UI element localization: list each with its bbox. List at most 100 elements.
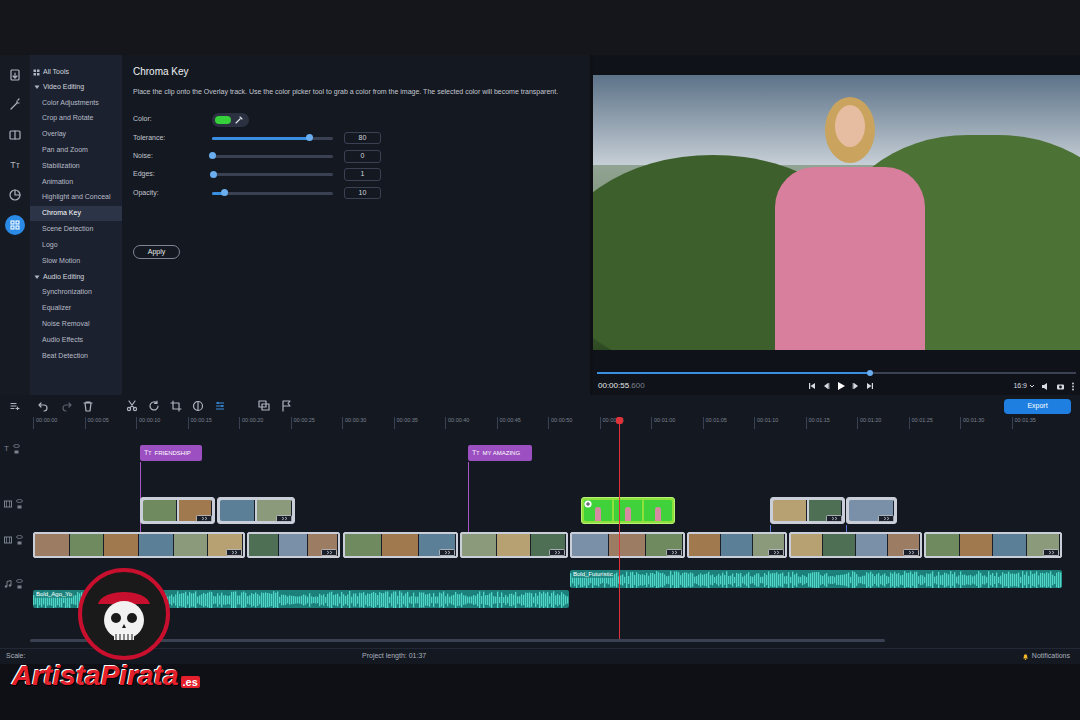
sidebar-item[interactable]: Highlight and Conceal [30,190,122,206]
progress-knob[interactable] [867,370,873,376]
export-button[interactable]: Export [1004,399,1071,414]
add-track-icon[interactable] [10,402,20,410]
volume-icon[interactable] [1041,382,1050,391]
plus-icon[interactable] [584,500,592,508]
video-clip[interactable] [924,532,1062,558]
transition-icon[interactable] [439,549,455,556]
apply-button[interactable]: Apply [133,245,180,259]
overlay-icon[interactable] [258,400,270,412]
text-clip[interactable]: TтMY AMAZING [468,445,532,461]
sidebar-item[interactable]: Stabilization [30,158,122,174]
more-icon[interactable] [1071,382,1075,391]
transition-icon[interactable] [768,549,784,556]
undo-icon[interactable] [38,400,50,412]
video-clip[interactable] [789,532,922,558]
slider-knob[interactable] [306,134,313,141]
aspect-dropdown[interactable]: 16:9 [1013,381,1035,392]
slider-knob[interactable] [209,152,216,159]
slider-track[interactable] [212,155,333,158]
marker-icon[interactable] [280,400,292,412]
playhead[interactable] [619,417,620,639]
text-clip[interactable]: TтFRIENDSHIP [140,445,202,461]
sidebar-item[interactable]: Overlay [30,127,122,143]
transition-icon[interactable] [826,515,842,522]
lock-icon[interactable] [13,450,20,454]
video-clip[interactable] [687,532,787,558]
overlay-clip[interactable] [846,497,897,524]
camera-icon[interactable] [1056,382,1065,391]
frame-back-icon[interactable] [822,382,830,390]
transition-icon[interactable] [226,549,242,556]
all-tools-header[interactable]: All Tools [30,65,122,79]
ruler[interactable]: 00:00:0000:00:0500:00:1000:00:1500:00:20… [33,417,1063,429]
lock-icon[interactable] [16,505,23,509]
video-clip[interactable] [33,532,245,558]
trash-icon[interactable] [82,400,94,412]
rail-button[interactable] [5,95,25,115]
video-clip[interactable] [247,532,340,558]
eyedropper-icon[interactable] [235,116,243,124]
rail-button[interactable]: Tт [5,155,25,175]
video-clip[interactable] [570,532,685,558]
slider-track[interactable] [212,173,333,176]
audio-clip[interactable]: Bold_Ago_Yo [33,590,569,608]
sidebar-item[interactable]: Synchronization [30,285,122,301]
sidebar-item[interactable]: Color Adjustments [30,95,122,111]
transition-icon[interactable] [196,515,212,522]
overlay-clip[interactable] [217,497,295,524]
sidebar-item[interactable]: Noise Removal [30,316,122,332]
audio-clip[interactable]: Bold_Futuristic [570,570,1062,588]
sidebar-item[interactable]: Logo [30,237,122,253]
lock-icon[interactable] [16,541,23,545]
sidebar-item[interactable]: Chroma Key [30,206,122,222]
transition-icon[interactable] [878,515,894,522]
color-icon[interactable] [192,400,204,412]
transition-icon[interactable] [903,549,919,556]
color-picker[interactable] [212,113,249,127]
overlay-clip[interactable] [770,497,845,524]
sidebar-item[interactable]: Audio Effects [30,332,122,348]
skip-forward-icon[interactable] [866,382,874,390]
video-clip[interactable] [460,532,568,558]
sidebar-item[interactable]: Crop and Rotate [30,111,122,127]
sidebar-item[interactable]: Beat Detection [30,348,122,364]
value-field[interactable]: 0 [344,150,381,163]
sidebar-item[interactable]: Scene Detection [30,221,122,237]
crop-icon[interactable] [170,400,182,412]
timeline-scrollbar[interactable] [30,639,885,642]
notifications-button[interactable]: Notifications [1022,651,1074,662]
overlay-clip[interactable] [140,497,215,524]
slider-knob[interactable] [210,171,217,178]
video-clip[interactable] [343,532,458,558]
frame-forward-icon[interactable] [852,382,860,390]
sidebar-item[interactable]: Animation [30,174,122,190]
transition-icon[interactable] [276,515,292,522]
section-header[interactable]: Audio Editing [30,269,122,285]
transition-icon[interactable] [1043,549,1059,556]
section-header[interactable]: Video Editing [30,79,122,95]
slider-knob[interactable] [221,189,228,196]
rail-button[interactable] [5,125,25,145]
play-icon[interactable] [836,381,846,391]
eye-icon[interactable] [16,499,23,503]
rail-button[interactable] [5,215,25,235]
value-field[interactable]: 1 [344,168,381,181]
sidebar-item[interactable]: Equalizer [30,301,122,317]
eye-icon[interactable] [16,579,23,583]
eye-icon[interactable] [16,535,23,539]
rail-button[interactable] [5,185,25,205]
playhead-handle[interactable] [616,417,623,424]
transition-icon[interactable] [321,549,337,556]
color-swatch[interactable] [215,116,231,124]
transition-icon[interactable] [666,549,682,556]
redo-icon[interactable] [60,400,72,412]
progress-track[interactable] [597,372,1076,374]
timeline-canvas[interactable]: 00:00:0000:00:0500:00:1000:00:1500:00:20… [30,417,1080,648]
eye-icon[interactable] [13,444,20,448]
slider-track[interactable] [212,137,333,140]
skip-back-icon[interactable] [808,382,816,390]
lock-icon[interactable] [16,585,23,589]
value-field[interactable]: 10 [344,187,381,200]
sidebar-item[interactable]: Pan and Zoom [30,142,122,158]
transition-icon[interactable] [549,549,565,556]
